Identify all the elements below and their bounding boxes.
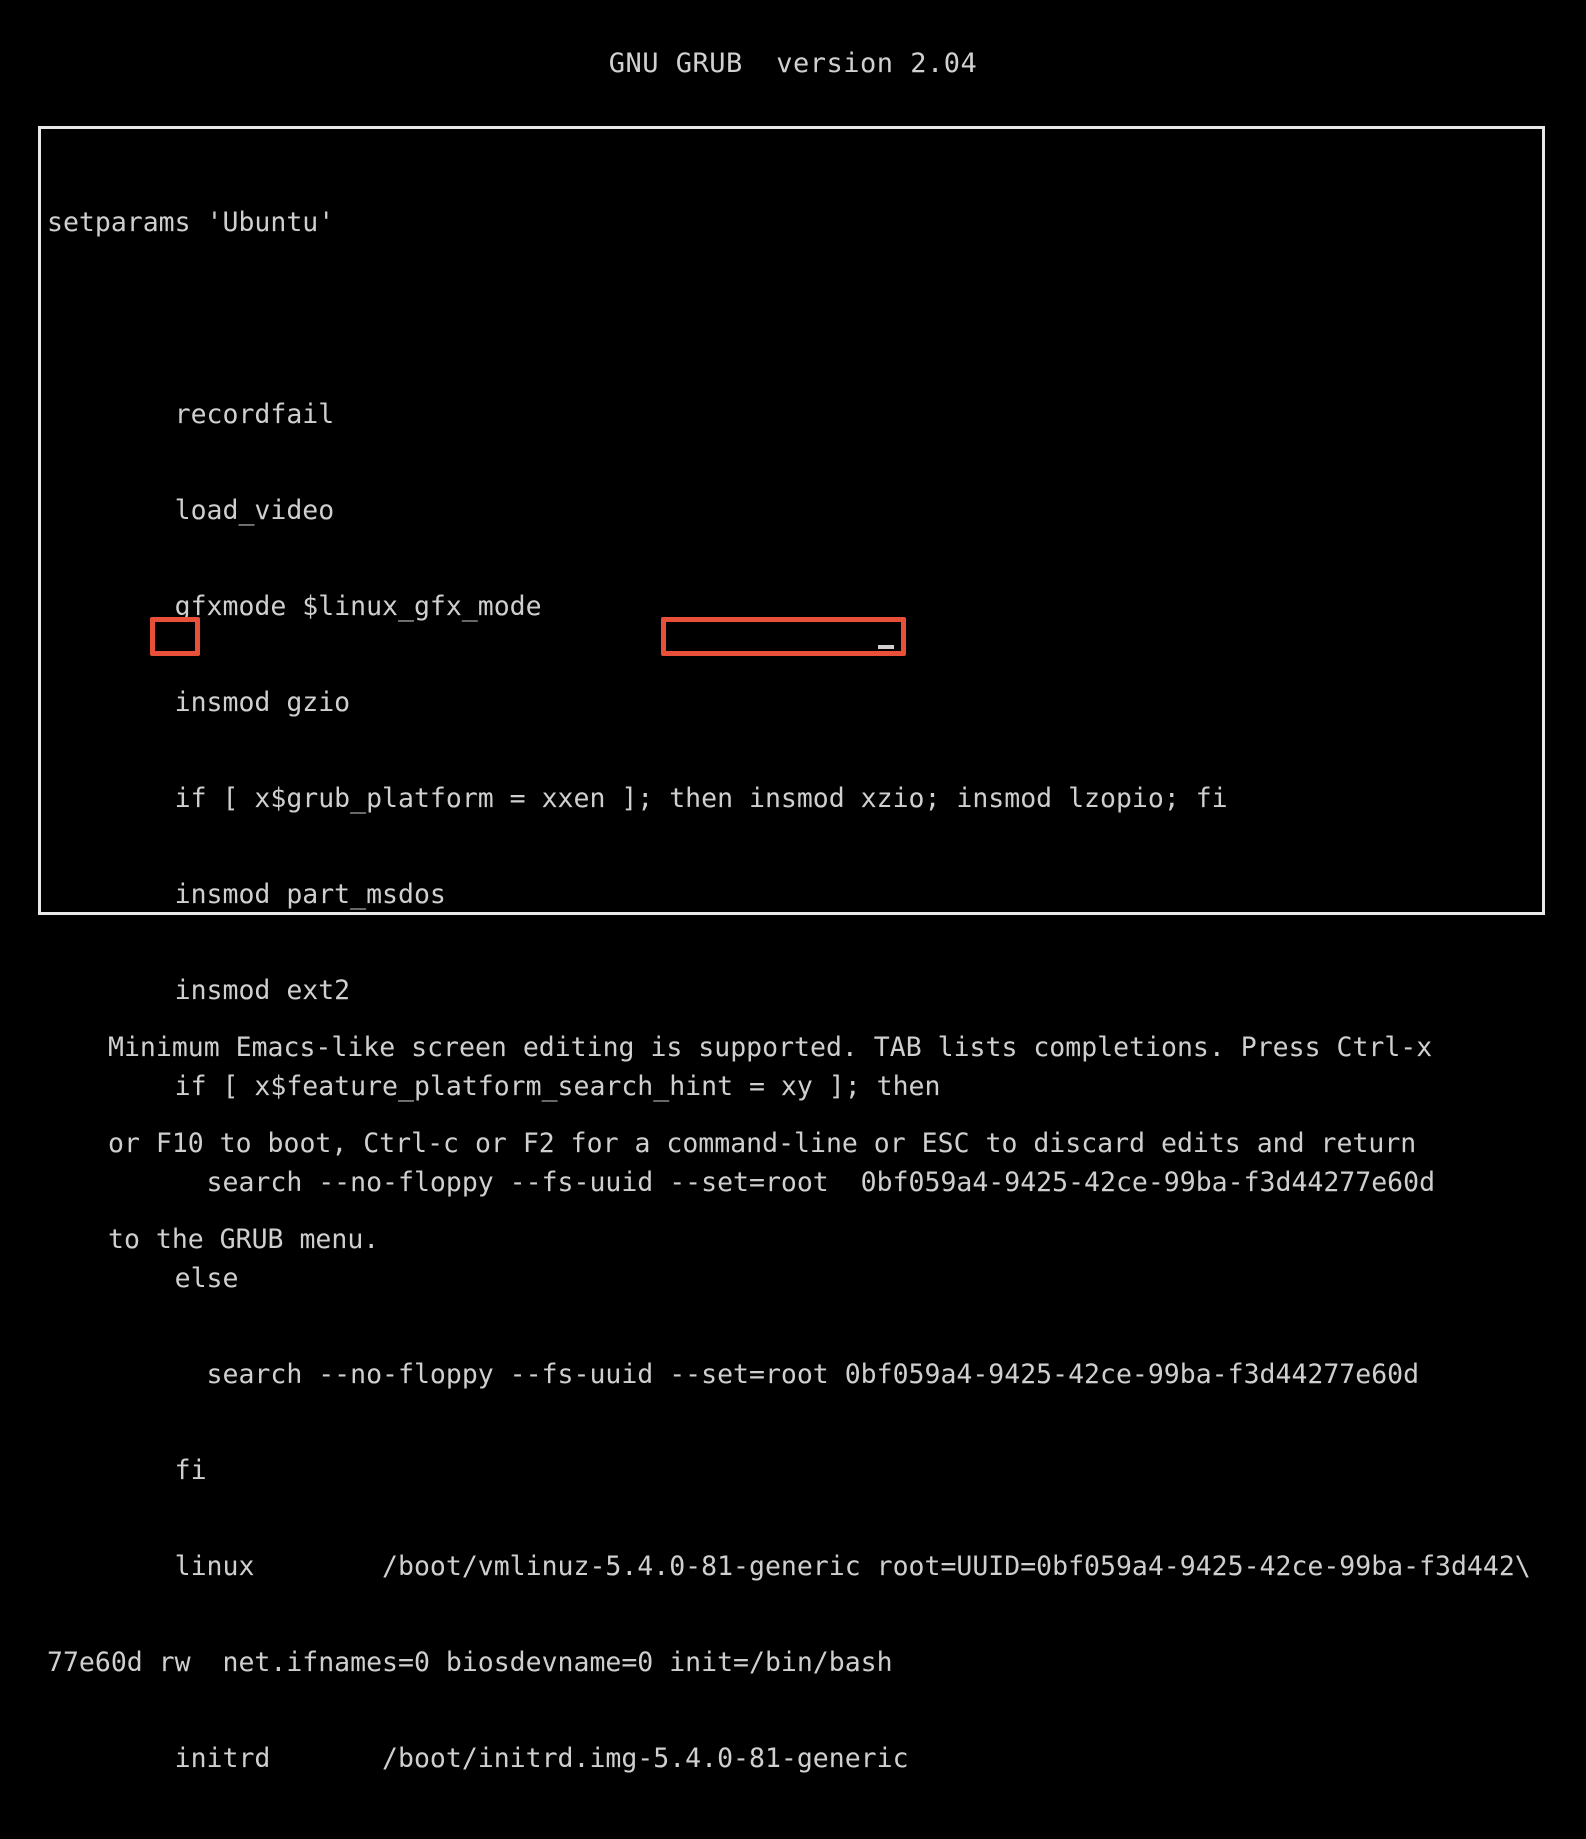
code-line: insmod part_msdos xyxy=(47,879,446,910)
code-line: setparams 'Ubuntu' xyxy=(47,207,335,238)
code-line-linux: linux /boot/vmlinuz-5.4.0-81-generic roo… xyxy=(47,1551,1531,1582)
code-line: if [ x$grub_platform = xxen ]; then insm… xyxy=(47,783,1228,814)
grub-version-title: GNU GRUB version 2.04 xyxy=(608,48,978,79)
code-line-initrd: initrd /boot/initrd.img-5.4.0-81-generic xyxy=(47,1743,909,1774)
help-line: Minimum Emacs-like screen editing is sup… xyxy=(108,1032,1433,1063)
code-line: recordfail xyxy=(47,399,335,430)
code-line: gfxmode $linux_gfx_mode xyxy=(47,591,542,622)
code-line: insmod gzio xyxy=(47,687,351,718)
code-line: search --no-floppy --fs-uuid --set=root … xyxy=(47,1359,1420,1390)
help-line: or F10 to boot, Ctrl-c or F2 for a comma… xyxy=(108,1128,1417,1159)
grub-help-text: Minimum Emacs-like screen editing is sup… xyxy=(108,968,1432,1320)
grub-edit-screen: GNU GRUB version 2.04 setparams 'Ubuntu'… xyxy=(0,0,1586,1774)
help-line: to the GRUB menu. xyxy=(108,1224,380,1255)
text-cursor xyxy=(878,645,894,649)
code-line: load_video xyxy=(47,495,335,526)
code-line-linux-wrap: 77e60d rw net.ifnames=0 biosdevname=0 in… xyxy=(47,1647,893,1678)
code-line: fi xyxy=(47,1455,207,1486)
